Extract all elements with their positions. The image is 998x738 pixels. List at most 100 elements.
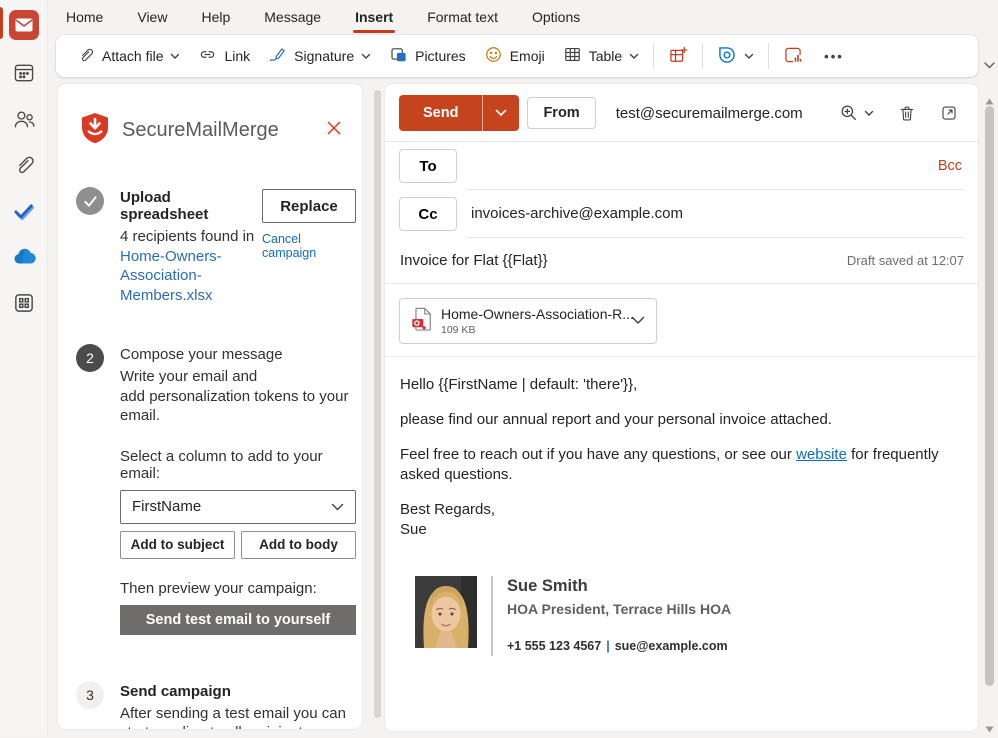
cc-recipients-field[interactable]: invoices-archive@example.com xyxy=(467,190,964,238)
to-recipients-field[interactable]: Bcc xyxy=(467,142,964,190)
sidebar-item-onedrive[interactable] xyxy=(7,242,41,276)
open-in-new-window-icon[interactable] xyxy=(940,104,958,122)
bcc-button[interactable]: Bcc xyxy=(938,158,964,174)
step3-title: Send campaign xyxy=(120,679,356,700)
uploaded-file-link[interactable]: Home-Owners-Association-Members.xlsx xyxy=(120,248,222,304)
body-greeting: Hello {{FirstName | default: 'there'}}, xyxy=(400,375,963,395)
body-sender-name: Sue xyxy=(400,520,963,540)
step3-description: After sending a test email you can start… xyxy=(120,704,356,730)
step-upload-spreadsheet: Upload spreadsheet 4 recipients found in… xyxy=(58,185,362,305)
link-button[interactable]: Link xyxy=(189,39,259,73)
more-options-button[interactable]: ••• xyxy=(812,43,856,70)
add-to-subject-button[interactable]: Add to subject xyxy=(120,531,235,559)
insert-table-addon-button[interactable] xyxy=(659,39,697,74)
scrollbar-down-arrow-icon[interactable] xyxy=(985,720,994,738)
step-compose-message: 2 Compose your message Write your email … xyxy=(58,342,362,635)
subject-value: Invoice for Flat {{Flat}} xyxy=(400,252,548,269)
signature-button[interactable]: Signature xyxy=(259,39,380,73)
preview-campaign-label: Then preview your campaign: xyxy=(120,580,356,597)
body-paragraph-2: Feel free to reach out if you have any q… xyxy=(400,445,963,485)
subject-field[interactable]: Invoice for Flat {{Flat}} Draft saved at… xyxy=(385,238,978,284)
sidebar-item-files[interactable] xyxy=(7,150,41,184)
column-dropdown-value: FirstName xyxy=(132,498,201,515)
table-add-icon xyxy=(668,45,688,68)
panel-title: SecureMailMerge xyxy=(122,119,279,142)
cc-recipient-value: invoices-archive@example.com xyxy=(471,205,683,222)
menu-item-options[interactable]: Options xyxy=(530,1,582,33)
chevron-down-icon xyxy=(629,53,639,60)
cancel-campaign-link[interactable]: Cancel campaign xyxy=(262,232,356,260)
chart-window-icon xyxy=(783,45,803,68)
sidebar-item-calendar[interactable] xyxy=(7,58,41,92)
emoji-button[interactable]: Emoji xyxy=(475,39,554,73)
send-options-chevron-icon[interactable] xyxy=(482,95,519,131)
menu-item-format-text[interactable]: Format text xyxy=(425,1,500,33)
checkmark-icon xyxy=(12,199,36,228)
menu-item-home[interactable]: Home xyxy=(64,1,105,33)
signature-block: Sue Smith HOA President, Terrace Hills H… xyxy=(415,576,963,656)
attachment-name: Home-Owners-Association-R... xyxy=(441,306,619,322)
cc-row: Cc invoices-archive@example.com xyxy=(385,190,978,238)
table-icon xyxy=(563,45,582,67)
zoom-button[interactable] xyxy=(839,103,874,123)
draft-saved-status: Draft saved at 12:07 xyxy=(847,253,964,268)
add-to-body-button[interactable]: Add to body xyxy=(241,531,356,559)
compose-area: Send From test@securemailmerge.com To Bc… xyxy=(385,84,978,731)
signature-name: Sue Smith xyxy=(507,576,731,596)
recipients-count-text: 4 recipients found in xyxy=(120,228,254,245)
pdf-file-icon xyxy=(411,307,432,336)
panel-scrollbar[interactable] xyxy=(374,90,381,718)
attachment-chip[interactable]: Home-Owners-Association-R... 109 KB xyxy=(399,298,657,344)
step2-description-line2: add personalization tokens to your email… xyxy=(120,387,356,426)
website-link[interactable]: website xyxy=(796,446,847,463)
menu-item-insert[interactable]: Insert xyxy=(353,1,395,33)
column-dropdown[interactable]: FirstName xyxy=(120,490,356,524)
sidebar-item-more-apps[interactable] xyxy=(7,288,41,322)
send-test-email-button[interactable]: Send test email to yourself xyxy=(120,605,356,635)
active-module-indicator xyxy=(0,7,3,39)
close-icon[interactable] xyxy=(324,118,344,143)
step1-title: Upload spreadsheet xyxy=(120,185,262,223)
emoji-smiley-icon xyxy=(484,45,503,67)
calendar-icon xyxy=(12,61,36,90)
send-row: Send From test@securemailmerge.com xyxy=(385,84,978,131)
step-send-campaign: 3 Send campaign After sending a test ema… xyxy=(58,679,362,730)
securemailmerge-panel: SecureMailMerge Upload spreadsheet 4 rec… xyxy=(58,84,362,729)
step3-number: 3 xyxy=(76,681,104,709)
cloud-icon xyxy=(11,244,37,275)
menu-item-view[interactable]: View xyxy=(135,1,169,33)
chevron-down-icon xyxy=(864,110,874,117)
delete-draft-trash-icon[interactable] xyxy=(898,104,916,123)
signature-portrait-photo xyxy=(415,576,477,648)
cc-button[interactable]: Cc xyxy=(399,197,457,231)
table-button[interactable]: Table xyxy=(554,39,648,73)
apps-grid-icon xyxy=(12,291,36,320)
paperclip-icon xyxy=(77,46,95,67)
message-body-editor[interactable]: Hello {{FirstName | default: 'there'}}, … xyxy=(385,357,978,656)
send-button[interactable]: Send xyxy=(399,95,519,131)
sidebar-item-todo[interactable] xyxy=(7,196,41,230)
to-row: To Bcc xyxy=(385,142,978,190)
to-button[interactable]: To xyxy=(399,149,457,183)
signature-separator: | xyxy=(606,639,610,653)
menu-item-message[interactable]: Message xyxy=(262,1,323,33)
attachment-options-chevron-icon[interactable] xyxy=(631,312,645,330)
replace-button[interactable]: Replace xyxy=(262,189,356,223)
data-visualization-button[interactable] xyxy=(774,39,812,74)
step2-description-line1: Write your email and xyxy=(120,367,356,387)
pictures-button[interactable]: Pictures xyxy=(380,39,475,73)
sidebar-item-people[interactable] xyxy=(7,104,41,138)
attachments-section: Home-Owners-Association-R... 109 KB xyxy=(385,284,978,357)
menu-item-help[interactable]: Help xyxy=(199,1,232,33)
attach-file-button[interactable]: Attach file xyxy=(68,40,189,73)
sidebar-item-mail[interactable] xyxy=(7,8,41,42)
chevron-down-icon xyxy=(744,53,754,60)
loop-component-button[interactable] xyxy=(708,39,763,74)
select-column-label: Select a column to add to your email: xyxy=(120,448,356,482)
collapse-ribbon-chevron-icon[interactable] xyxy=(983,57,996,75)
app-sidebar xyxy=(0,0,48,735)
from-button[interactable]: From xyxy=(527,97,595,129)
signature-role: HOA President, Terrace Hills HOA xyxy=(507,599,731,619)
attachment-size: 109 KB xyxy=(441,324,619,336)
scrollbar-thumb[interactable] xyxy=(985,106,994,686)
